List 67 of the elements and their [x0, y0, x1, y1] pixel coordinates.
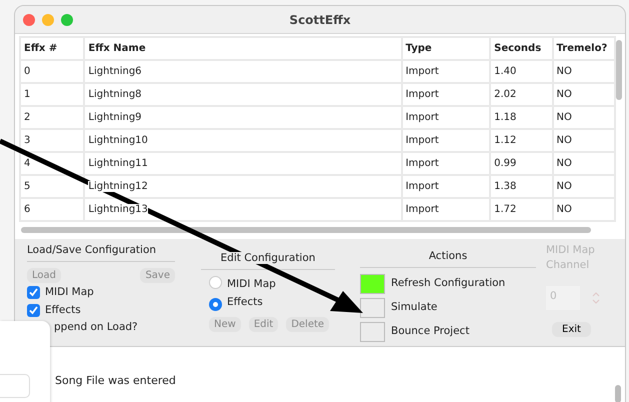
- table-cell: 1.40: [491, 61, 552, 82]
- column-header[interactable]: Effx #: [21, 38, 84, 59]
- checkbox[interactable]: [27, 286, 40, 299]
- radio-button[interactable]: [209, 298, 222, 310]
- column-header[interactable]: Type: [402, 38, 490, 59]
- table-cell: Lightning8: [85, 84, 401, 105]
- table-cell: 2: [21, 107, 84, 128]
- horizontal-scrollbar[interactable]: [21, 227, 591, 233]
- table-cell: Lightning12: [85, 176, 401, 197]
- column-header[interactable]: Effx Name: [85, 38, 401, 59]
- spinner-arrows-icon[interactable]: [592, 290, 600, 306]
- color-swatch[interactable]: [360, 322, 385, 342]
- table-cell: 1.12: [491, 130, 552, 151]
- column-header[interactable]: Tremelo?: [554, 38, 614, 59]
- action-label: Bounce Project: [391, 324, 470, 339]
- column-header[interactable]: Seconds: [491, 38, 552, 59]
- table-cell: Import: [402, 176, 490, 197]
- table-cell: Lightning9: [85, 107, 401, 128]
- checkbox[interactable]: [27, 304, 40, 316]
- checkbox-label: ppend on Load?: [54, 321, 138, 334]
- checkbox-label: Effects: [45, 304, 81, 316]
- table-cell: 6: [21, 199, 84, 220]
- table-cell: NO: [554, 61, 614, 82]
- table-cell: NO: [554, 130, 614, 151]
- checkbox-label: MIDI Map: [45, 286, 94, 298]
- table-cell: 1.72: [491, 199, 552, 220]
- zoom-button[interactable]: [61, 14, 73, 26]
- action-label: Simulate: [391, 300, 438, 315]
- table-cell: Lightning11: [85, 153, 401, 174]
- close-button[interactable]: [23, 14, 35, 26]
- window-title: ScottEffx: [289, 12, 351, 28]
- table-cell: NO: [554, 199, 614, 220]
- table-cell: 1.38: [491, 176, 552, 197]
- table-cell: NO: [554, 84, 614, 105]
- radio-button[interactable]: [209, 276, 222, 289]
- table-cell: 1: [21, 84, 84, 105]
- table-cell: Import: [402, 153, 490, 174]
- color-swatch[interactable]: [360, 274, 385, 294]
- action-label: Refresh Configuration: [391, 276, 506, 291]
- table-cell: NO: [554, 176, 614, 197]
- table-cell: Import: [402, 61, 490, 82]
- input-field[interactable]: [0, 374, 30, 398]
- radio-label: MIDI Map: [227, 278, 276, 290]
- table-cell: 0.99: [491, 153, 552, 174]
- table-cell: NO: [554, 153, 614, 174]
- table-cell: Import: [402, 130, 490, 151]
- section-title: Actions: [360, 249, 536, 268]
- table-cell: Import: [402, 199, 490, 220]
- table-cell: Import: [402, 107, 490, 128]
- table-cell: Import: [402, 84, 490, 105]
- table-cell: NO: [554, 107, 614, 128]
- table-cell: 0: [21, 61, 84, 82]
- table-cell: Lightning13: [85, 199, 401, 220]
- radio-label: Effects: [227, 296, 263, 308]
- color-swatch[interactable]: [360, 298, 385, 318]
- section-title: Edit Configuration: [201, 251, 335, 270]
- log-line: Song File was entered: [55, 373, 177, 389]
- vertical-scrollbar[interactable]: [615, 385, 621, 402]
- table-cell: Lightning10: [85, 130, 401, 151]
- table-cell: Lightning6: [85, 61, 401, 82]
- table-cell: 3: [21, 130, 84, 151]
- table-cell: 1.18: [491, 107, 552, 128]
- vertical-scrollbar[interactable]: [616, 40, 622, 100]
- minimize-button[interactable]: [42, 14, 54, 26]
- section-title: Load/Save Configuration: [27, 243, 175, 262]
- table-cell: 5: [21, 176, 84, 197]
- table-cell: 2.02: [491, 84, 552, 105]
